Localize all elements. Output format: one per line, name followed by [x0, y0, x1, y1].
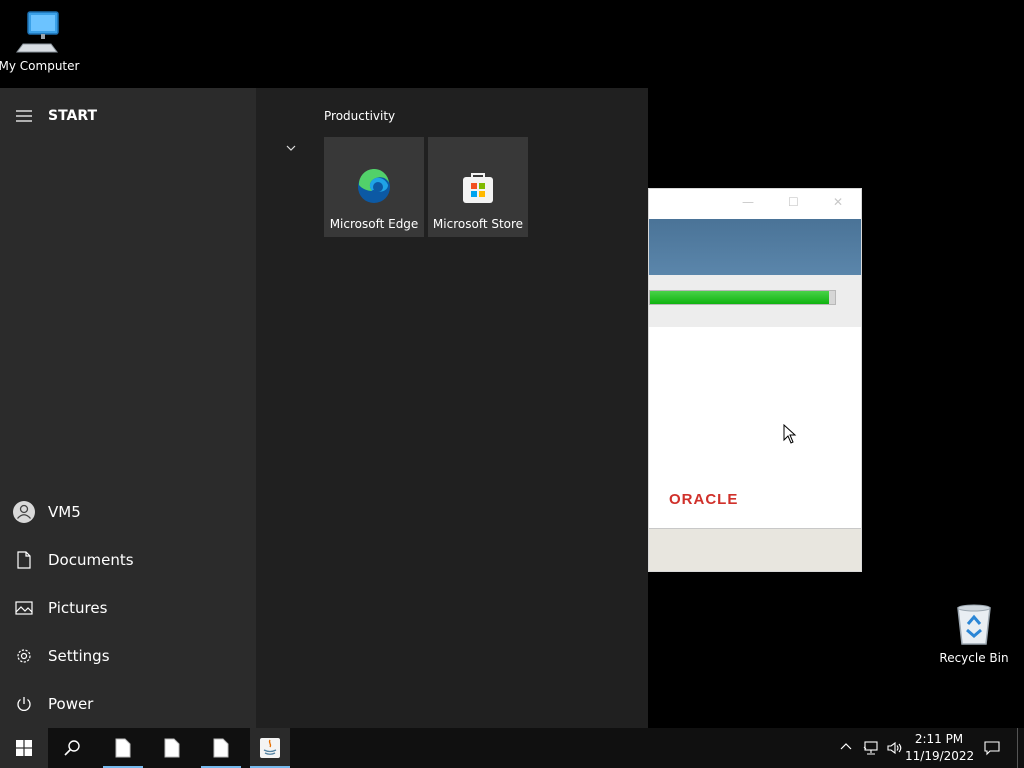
- close-icon[interactable]: ✕: [833, 195, 843, 209]
- blank-file-icon: [164, 738, 180, 758]
- taskbar-app-file-2[interactable]: [152, 728, 192, 768]
- store-icon: [463, 173, 493, 203]
- installer-footer: [649, 529, 861, 571]
- network-icon[interactable]: [863, 740, 879, 756]
- chevron-up-icon[interactable]: [840, 742, 852, 750]
- desktop-icon-my-computer[interactable]: My Computer: [0, 8, 81, 73]
- start-item-label: Documents: [48, 551, 134, 569]
- tile-microsoft-store[interactable]: Microsoft Store: [428, 137, 528, 237]
- tile-label: Microsoft Edge: [329, 217, 419, 231]
- start-item-user[interactable]: VM5: [0, 488, 256, 536]
- taskbar-clock[interactable]: 2:11 PM 11/19/2022: [905, 731, 975, 765]
- window-titlebar[interactable]: — ☐ ✕: [649, 189, 861, 219]
- pictures-icon: [0, 601, 48, 615]
- computer-icon: [16, 11, 59, 53]
- start-item-pictures[interactable]: Pictures: [0, 584, 256, 632]
- mouse-cursor-icon: [783, 424, 797, 444]
- notification-icon: [984, 741, 1000, 756]
- recycle-bin-icon: [957, 604, 991, 645]
- tile-microsoft-edge[interactable]: Microsoft Edge: [324, 137, 424, 237]
- installer-banner: [649, 219, 861, 275]
- taskbar-start-button[interactable]: [0, 728, 48, 768]
- start-item-settings[interactable]: Settings: [0, 632, 256, 680]
- windows-start-icon: [16, 740, 32, 756]
- tile-label: Microsoft Store: [432, 217, 524, 231]
- blank-file-icon: [213, 738, 229, 758]
- show-desktop-button[interactable]: [1017, 728, 1024, 768]
- start-item-label: VM5: [48, 503, 81, 521]
- taskbar-app-file-3[interactable]: [201, 728, 241, 768]
- chevron-down-icon[interactable]: [286, 140, 296, 154]
- start-menu: START VM5 Documents Pictures Settings Po…: [0, 88, 648, 728]
- progress-bar: [649, 290, 836, 305]
- desktop-icon-label: My Computer: [0, 59, 80, 73]
- desktop-icon-label: Recycle Bin: [939, 651, 1009, 665]
- start-item-label: Pictures: [48, 599, 108, 617]
- hamburger-menu-icon[interactable]: [0, 110, 48, 122]
- document-icon: [0, 551, 48, 569]
- desktop-icon-recycle-bin[interactable]: Recycle Bin: [932, 600, 1016, 665]
- start-item-label: Settings: [48, 647, 110, 665]
- gear-icon: [0, 647, 48, 665]
- taskbar-app-file-1[interactable]: [103, 728, 143, 768]
- user-avatar-icon: [0, 501, 48, 523]
- start-item-label: Power: [48, 695, 94, 713]
- search-icon: [64, 740, 80, 756]
- taskbar-app-java[interactable]: [250, 728, 290, 768]
- minimize-icon[interactable]: —: [742, 195, 754, 209]
- java-icon: [260, 738, 280, 758]
- clock-date: 11/19/2022: [905, 749, 975, 763]
- progress-bar-fill: [650, 291, 830, 304]
- edge-icon: [358, 169, 390, 203]
- taskbar: 2:11 PM 11/19/2022: [0, 728, 1024, 768]
- start-menu-sidebar: START VM5 Documents Pictures Settings Po…: [0, 88, 256, 728]
- tile-group-title[interactable]: Productivity: [324, 109, 395, 123]
- taskbar-search-button[interactable]: [48, 728, 96, 768]
- power-icon: [0, 696, 48, 712]
- start-item-power[interactable]: Power: [0, 680, 256, 728]
- start-menu-header[interactable]: START: [0, 92, 256, 140]
- maximize-icon[interactable]: ☐: [788, 195, 799, 209]
- clock-time: 2:11 PM: [914, 732, 964, 746]
- start-item-documents[interactable]: Documents: [0, 536, 256, 584]
- oracle-logo: ORACLE: [669, 491, 739, 508]
- installer-content: ORACLE: [649, 327, 861, 529]
- oracle-installer-window[interactable]: — ☐ ✕ ORACLE: [648, 188, 862, 572]
- progress-area: [649, 275, 861, 327]
- action-center-button[interactable]: [972, 728, 1012, 768]
- volume-icon[interactable]: [886, 740, 902, 756]
- start-menu-title: START: [48, 108, 98, 124]
- blank-file-icon: [115, 738, 131, 758]
